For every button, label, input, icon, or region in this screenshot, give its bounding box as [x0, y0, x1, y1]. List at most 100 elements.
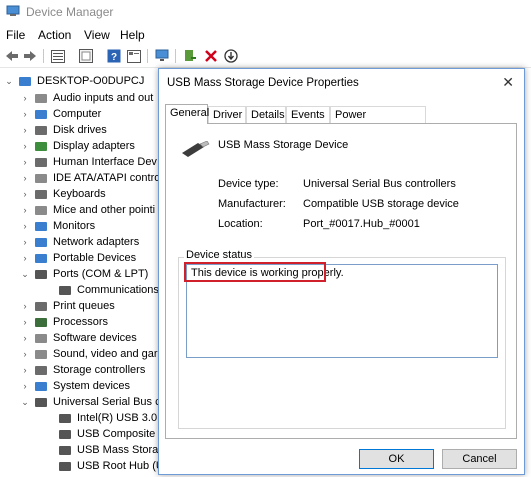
location-label: Location:: [218, 218, 263, 230]
device-type-value: Universal Serial Bus controllers: [303, 178, 456, 190]
show-hidden-icon[interactable]: [126, 48, 142, 64]
back-icon[interactable]: [4, 48, 20, 64]
menu-bar: File Action View Help: [0, 26, 531, 44]
tree-item-label: Software devices: [53, 332, 137, 344]
tree-item-label: Universal Serial Bus co: [53, 396, 160, 408]
port-icon: [59, 285, 71, 295]
chevron-right-icon[interactable]: ›: [20, 173, 30, 183]
status-highlight-box: [184, 262, 326, 282]
chevron-down-icon[interactable]: ⌄: [20, 397, 30, 408]
chevron-right-icon[interactable]: ›: [20, 221, 30, 231]
ide-icon: [35, 173, 47, 183]
chevron-right-icon[interactable]: ›: [20, 93, 30, 103]
update-icon[interactable]: [223, 48, 239, 64]
cancel-button[interactable]: Cancel: [442, 449, 517, 469]
properties-grid-icon[interactable]: [50, 48, 66, 64]
chevron-right-icon[interactable]: ›: [20, 381, 30, 391]
tree-item[interactable]: ⌄ Ports (COM & LPT): [20, 266, 148, 282]
tree-item-label: Sound, video and gar: [53, 348, 158, 360]
forward-icon[interactable]: [22, 48, 38, 64]
tree-item[interactable]: ⌄ Universal Serial Bus co: [20, 394, 160, 410]
tree-child-item[interactable]: Communications: [44, 282, 159, 298]
tree-item[interactable]: › Monitors: [20, 218, 96, 234]
tree-child-item[interactable]: Intel(R) USB 3.0 eX: [44, 410, 160, 426]
tree-item[interactable]: › Computer: [20, 106, 102, 122]
tree-item[interactable]: › Storage controllers: [20, 362, 146, 378]
tab-driver[interactable]: Driver: [208, 106, 246, 123]
close-icon[interactable]: ✕: [502, 74, 514, 91]
tree-item[interactable]: › Disk drives: [20, 122, 107, 138]
view-icon[interactable]: [78, 48, 94, 64]
tree-item[interactable]: › Portable Devices: [20, 250, 137, 266]
speaker-icon: [35, 349, 47, 359]
chevron-down-icon[interactable]: ⌄: [4, 76, 14, 87]
chevron-right-icon[interactable]: ›: [20, 125, 30, 135]
tree-item-label: IDE ATA/ATAPI contro: [53, 172, 160, 184]
tree-item[interactable]: › Keyboards: [20, 186, 106, 202]
chevron-right-icon[interactable]: ›: [20, 317, 30, 327]
chevron-right-icon[interactable]: ›: [20, 205, 30, 215]
tree-item[interactable]: › Audio inputs and out: [20, 90, 154, 106]
usb-icon: [59, 429, 71, 439]
tree-item[interactable]: › Processors: [20, 314, 109, 330]
uninstall-icon[interactable]: [203, 48, 219, 64]
tree-item-label: Audio inputs and out: [53, 92, 154, 104]
chevron-right-icon[interactable]: ›: [20, 157, 30, 167]
usb-icon: [59, 461, 71, 471]
tree-item[interactable]: › Display adapters: [20, 138, 135, 154]
chevron-right-icon[interactable]: ›: [20, 365, 30, 375]
chevron-right-icon[interactable]: ›: [20, 301, 30, 311]
chevron-right-icon[interactable]: ›: [20, 333, 30, 343]
chevron-right-icon[interactable]: ›: [20, 253, 30, 263]
tree-item[interactable]: › IDE ATA/ATAPI contro: [20, 170, 161, 186]
disk-icon: [35, 125, 47, 135]
tree-item-label: Display adapters: [53, 140, 135, 152]
toolbar: ?: [0, 45, 531, 68]
scan-hardware-icon[interactable]: [154, 48, 170, 64]
tree-item-label: Monitors: [53, 220, 96, 232]
ok-button[interactable]: OK: [359, 449, 434, 469]
tree-item[interactable]: › Mice and other pointi: [20, 202, 156, 218]
menu-help[interactable]: Help: [120, 28, 145, 42]
menu-action[interactable]: Action: [38, 28, 71, 42]
tree-item-label: System devices: [53, 380, 131, 392]
chevron-down-icon[interactable]: ⌄: [20, 269, 30, 280]
tree-item-label: Portable Devices: [53, 252, 137, 264]
tree-root[interactable]: ⌄ DESKTOP-O0DUPCJ: [4, 73, 144, 89]
toolbar-separator: [175, 49, 176, 63]
monitor-icon: [35, 221, 47, 231]
tab-events[interactable]: Events: [286, 106, 330, 123]
tab-power-management[interactable]: Power Management: [330, 106, 426, 138]
printer-icon: [35, 301, 47, 311]
chevron-right-icon[interactable]: ›: [20, 109, 30, 119]
menu-view[interactable]: View: [84, 28, 110, 42]
chevron-right-icon[interactable]: ›: [20, 349, 30, 359]
tree-item-label: USB Root Hub (US: [77, 460, 160, 472]
tree-item[interactable]: › Print queues: [20, 298, 115, 314]
chevron-right-icon[interactable]: ›: [20, 237, 30, 247]
display-adapter-icon: [35, 141, 47, 151]
tree-item[interactable]: › Sound, video and gar: [20, 346, 158, 362]
chevron-right-icon[interactable]: ›: [20, 189, 30, 199]
usb-device-icon: [182, 141, 210, 157]
general-panel: USB Mass Storage Device Device type: Uni…: [165, 123, 517, 439]
tab-general[interactable]: General: [165, 104, 209, 124]
chevron-right-icon[interactable]: ›: [20, 141, 30, 151]
tree-item-label: Human Interface Dev: [53, 156, 157, 168]
tree-child-item[interactable]: USB Mass Storage: [44, 442, 160, 458]
help-icon[interactable]: ?: [106, 48, 122, 64]
usb-icon: [35, 397, 47, 407]
dialog-title: USB Mass Storage Device Properties: [167, 77, 359, 89]
tree-item[interactable]: › Network adapters: [20, 234, 140, 250]
tree-child-item[interactable]: USB Composite D: [44, 426, 160, 442]
menu-file[interactable]: File: [6, 28, 25, 42]
tree-item[interactable]: › Human Interface Dev: [20, 154, 157, 170]
tree-item[interactable]: › System devices: [20, 378, 131, 394]
tree-item[interactable]: › Software devices: [20, 330, 137, 346]
tree-child-item[interactable]: USB Root Hub (US: [44, 458, 160, 474]
device-name: USB Mass Storage Device: [218, 139, 349, 151]
device-tree: ⌄ DESKTOP-O0DUPCJ › Audio inputs and out › Co…: [0, 70, 160, 477]
tab-details[interactable]: Details: [246, 106, 286, 123]
mouse-icon: [35, 205, 47, 215]
add-driver-icon[interactable]: [182, 48, 198, 64]
